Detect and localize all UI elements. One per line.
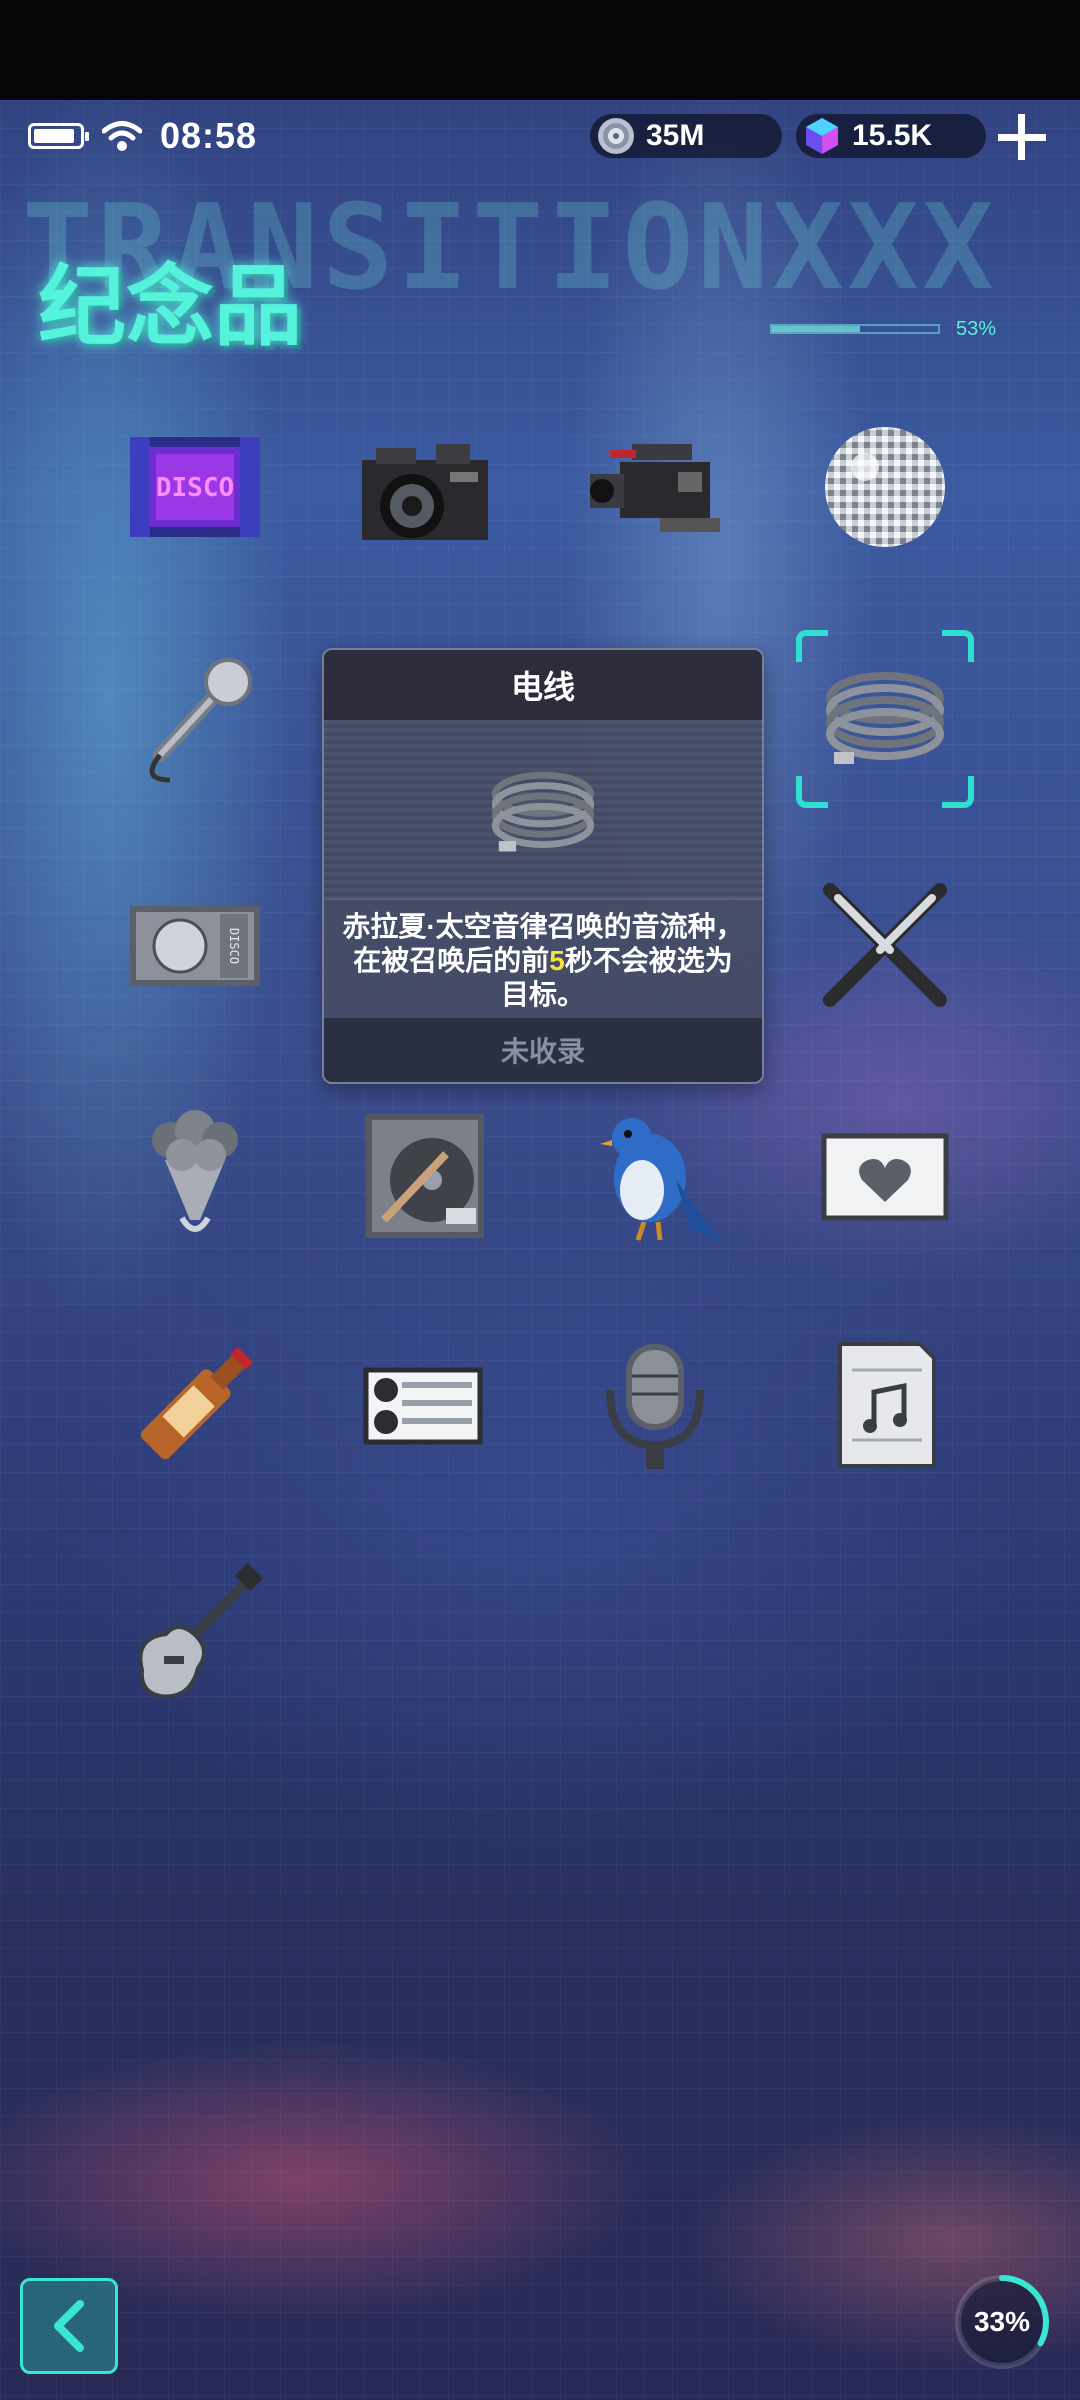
item-detail-popup: 电线 赤拉夏·太空音律召唤的音流种，在被召唤后的前5秒不会被选为目标。 未收录	[322, 648, 764, 1084]
camera-icon	[362, 444, 488, 540]
page-title: 纪念品	[38, 255, 303, 358]
back-button[interactable]	[20, 2278, 118, 2374]
item-film-projector[interactable]	[350, 1330, 500, 1480]
popup-image	[324, 720, 762, 900]
svg-text:DISCO: DISCO	[227, 928, 241, 964]
item-bouquet[interactable]	[120, 1100, 270, 1250]
sheet-music-icon	[838, 1342, 936, 1468]
chevron-left-icon	[54, 2300, 84, 2352]
item-camera[interactable]	[350, 412, 500, 562]
add-currency-button[interactable]	[994, 112, 1050, 162]
decor-percent: 53%	[956, 318, 997, 340]
disco-sign-icon: DISCO	[130, 437, 260, 537]
item-electric-guitar[interactable]	[120, 1560, 270, 1710]
top-black-bar	[0, 0, 1080, 100]
gem-cube-icon	[806, 118, 838, 154]
electric-guitar-icon	[138, 1562, 264, 1699]
item-disco-sign[interactable]: DISCO	[120, 412, 270, 562]
item-selection-frame	[796, 630, 974, 808]
currency-coins-value: 35M	[646, 119, 705, 152]
disc-coin-icon	[598, 118, 634, 154]
disco-ticket-icon: DISCO	[130, 906, 260, 986]
item-disco-ticket[interactable]: DISCO	[120, 870, 270, 1020]
disco-ball-icon	[825, 427, 945, 547]
popup-desc-highlight: 5	[549, 945, 565, 976]
progress-label: 33%	[973, 2306, 1031, 2337]
item-video-camera[interactable]	[580, 412, 730, 562]
currency-coins[interactable]: 35M	[590, 114, 782, 158]
clock: 08:58	[160, 115, 258, 156]
studio-microphone-icon	[606, 1344, 704, 1469]
wine-bottle-icon	[140, 1347, 253, 1460]
heart-envelope-icon	[821, 1133, 949, 1221]
crossed-lightsticks-icon	[823, 883, 947, 1007]
currency-gems-value: 15.5K	[852, 119, 933, 152]
status-bar: 08:58	[28, 115, 257, 157]
bluebird-icon	[600, 1118, 720, 1241]
svg-text:DISCO: DISCO	[156, 473, 234, 503]
item-guitar-record[interactable]	[350, 1100, 500, 1250]
film-projector-icon	[363, 1367, 483, 1445]
collection-progress: 33%	[950, 2270, 1054, 2374]
item-bluebird[interactable]	[580, 1100, 730, 1250]
decor-progress-bar	[770, 324, 940, 334]
video-camera-icon	[590, 444, 720, 532]
item-microphone[interactable]	[120, 640, 270, 790]
cable-coil-icon	[491, 771, 595, 852]
item-studio-mic[interactable]	[580, 1330, 730, 1480]
flower-bouquet-icon	[152, 1110, 238, 1232]
item-lightsticks[interactable]	[810, 870, 960, 1020]
currency-gems[interactable]: 15.5K	[796, 114, 986, 158]
popup-title: 电线	[324, 650, 762, 720]
item-love-letter[interactable]	[810, 1100, 960, 1250]
item-wine-bottle[interactable]	[120, 1330, 270, 1480]
microphone-icon	[149, 658, 252, 783]
popup-description: 赤拉夏·太空音律召唤的音流种，在被召唤后的前5秒不会被选为目标。	[324, 900, 762, 1018]
item-disco-ball[interactable]	[810, 412, 960, 562]
popup-status: 未收录	[324, 1018, 762, 1082]
guitar-record-icon	[366, 1114, 484, 1238]
item-sheet-music[interactable]	[810, 1330, 960, 1480]
battery-icon	[28, 123, 89, 149]
wifi-icon	[102, 121, 142, 151]
